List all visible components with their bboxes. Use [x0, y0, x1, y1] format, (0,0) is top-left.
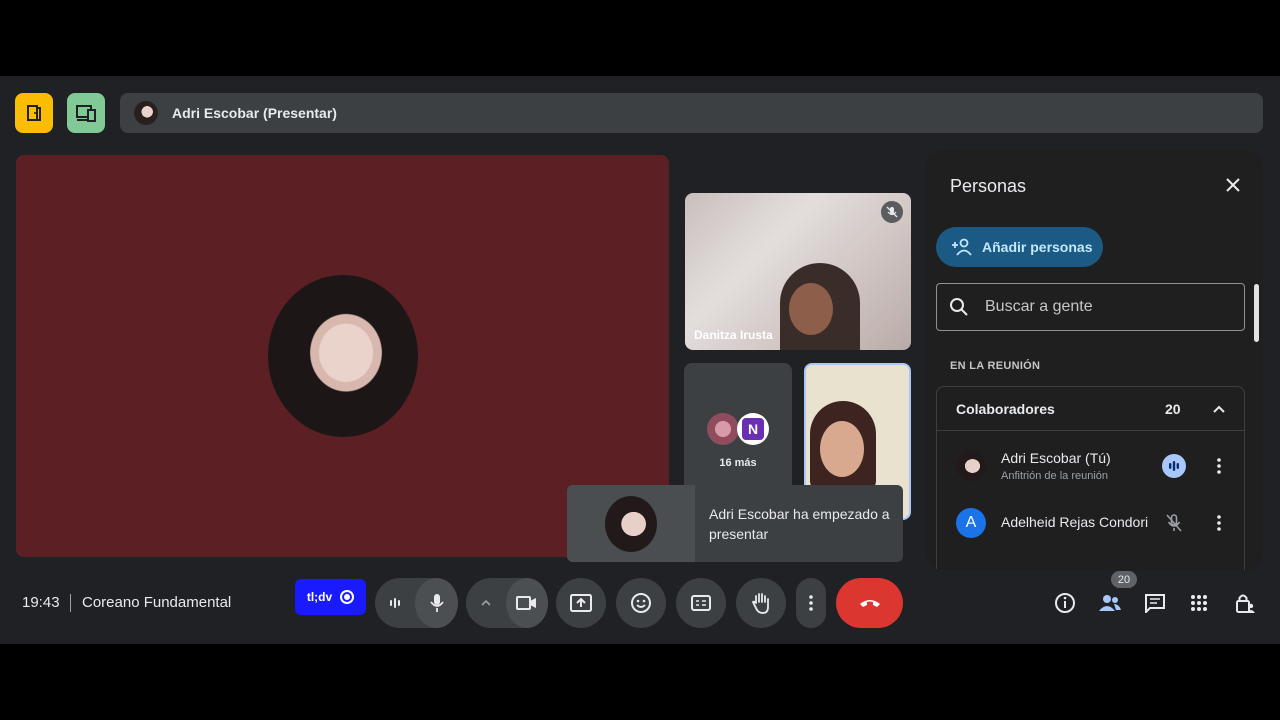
speaking-indicator: [1162, 454, 1186, 478]
hand-icon: [751, 593, 769, 614]
devices-button[interactable]: [67, 93, 105, 133]
meet-window: Adri Escobar (Presentar) Danitza Irusta …: [0, 76, 1280, 644]
devices-icon: [76, 105, 96, 122]
participant-face: [820, 421, 864, 477]
presentation-toast: Adri Escobar ha empezado a presentar: [567, 485, 903, 562]
people-icon: [1099, 595, 1121, 611]
member-row[interactable]: Adri Escobar (Tú) Anfitrión de la reunió…: [937, 441, 1244, 491]
meeting-details-button[interactable]: [1052, 590, 1078, 616]
avatar: [707, 413, 739, 445]
audio-level-icon: [1169, 461, 1179, 471]
apps-icon: [1191, 595, 1207, 611]
meeting-title: Coreano Fundamental: [82, 594, 232, 611]
group-count: 20: [1165, 401, 1181, 417]
people-button[interactable]: [1097, 590, 1123, 616]
door-icon: [27, 105, 41, 121]
more-vert-icon: [1217, 515, 1221, 531]
chevron-up-icon[interactable]: [1209, 399, 1229, 419]
presenter-avatar: [134, 101, 158, 125]
member-role: Anfitrión de la reunión: [1001, 470, 1109, 482]
scrollbar[interactable]: [1254, 284, 1259, 342]
search-input[interactable]: [985, 298, 1225, 316]
video-options-button[interactable]: [466, 578, 506, 628]
chat-button[interactable]: [1142, 590, 1168, 616]
more-count-label: 16 más: [719, 457, 757, 469]
avatar: [605, 495, 657, 552]
emoji-icon: [631, 593, 651, 613]
close-button[interactable]: [1220, 172, 1246, 198]
people-panel: Personas Añadir personas EN LA REUNIÓN C…: [926, 150, 1263, 570]
lock-person-icon: [1236, 594, 1255, 613]
reactions-button[interactable]: [616, 578, 666, 628]
mic-control: [375, 578, 458, 628]
mic-off-badge: [881, 201, 903, 223]
toast-message: Adri Escobar ha empezado a presentar: [709, 505, 890, 542]
presentation-label: Adri Escobar (Presentar): [172, 105, 337, 121]
mic-off-icon: [886, 206, 898, 218]
add-people-label: Añadir personas: [982, 239, 1093, 255]
member-name: Adri Escobar (Tú): [1001, 450, 1111, 466]
more-options-button[interactable]: [1209, 512, 1229, 534]
raise-hand-button[interactable]: [736, 578, 786, 628]
avatar: [956, 451, 986, 481]
toast-avatar-box: [567, 485, 695, 562]
section-label: EN LA REUNIÓN: [950, 360, 1041, 372]
avatar: N: [737, 413, 769, 445]
info-icon: [1055, 593, 1075, 613]
camera-control: [466, 578, 548, 628]
camera-button[interactable]: [506, 578, 548, 628]
activities-button[interactable]: [1186, 590, 1212, 616]
group-name: Colaboradores: [956, 401, 1055, 417]
panel-title: Personas: [950, 176, 1027, 196]
chevron-up-icon: [481, 599, 491, 606]
chat-icon: [1145, 594, 1165, 613]
tldv-label: tl;dv: [306, 590, 333, 604]
tldv-record-button[interactable]: tl;dv: [295, 579, 366, 615]
present-screen-button[interactable]: [556, 578, 606, 628]
divider: [70, 594, 71, 612]
mic-off-icon: [1166, 514, 1182, 532]
more-options-button[interactable]: [796, 578, 826, 628]
presenter-big-avatar: [268, 275, 418, 437]
participant-tile-danitza[interactable]: Danitza Irusta: [685, 193, 911, 350]
add-people-button[interactable]: Añadir personas: [936, 227, 1103, 267]
host-controls-button[interactable]: [1232, 590, 1258, 616]
close-icon: [1226, 178, 1240, 192]
participants-count-badge: 20: [1111, 571, 1137, 588]
audio-options-button[interactable]: [375, 578, 415, 628]
person-add-icon: [952, 238, 972, 256]
group-header[interactable]: Colaboradores 20: [937, 387, 1244, 431]
audio-level-icon: [390, 598, 400, 608]
leave-call-button[interactable]: [836, 578, 903, 628]
call-end-icon: [859, 600, 880, 607]
closed-caption-icon: [691, 595, 711, 611]
more-options-button[interactable]: [1209, 455, 1229, 477]
collaborators-group: Colaboradores 20 Adri Escobar (Tú) Anfit…: [936, 386, 1245, 570]
participant-face: [789, 283, 833, 335]
videocam-icon: [516, 596, 536, 610]
record-icon: [340, 590, 355, 604]
mic-off-indicator: [1162, 511, 1186, 535]
presentation-bar[interactable]: Adri Escobar (Presentar): [120, 93, 1263, 133]
mic-button[interactable]: [415, 578, 458, 628]
participant-name: Danitza Irusta: [694, 328, 773, 342]
search-field[interactable]: [936, 283, 1245, 331]
avatar-letter: N: [742, 418, 764, 440]
door-button[interactable]: [15, 93, 53, 133]
mic-icon: [429, 594, 444, 612]
avatar: A: [956, 508, 986, 538]
member-name: Adelheid Rejas Condori: [1001, 514, 1149, 530]
captions-button[interactable]: [676, 578, 726, 628]
more-vert-icon: [809, 595, 813, 611]
more-vert-icon: [1217, 458, 1221, 474]
present-to-all-icon: [570, 594, 592, 612]
search-icon: [950, 298, 968, 316]
member-row[interactable]: A Adelheid Rejas Condori: [937, 498, 1244, 548]
clock: 19:43: [22, 594, 60, 611]
